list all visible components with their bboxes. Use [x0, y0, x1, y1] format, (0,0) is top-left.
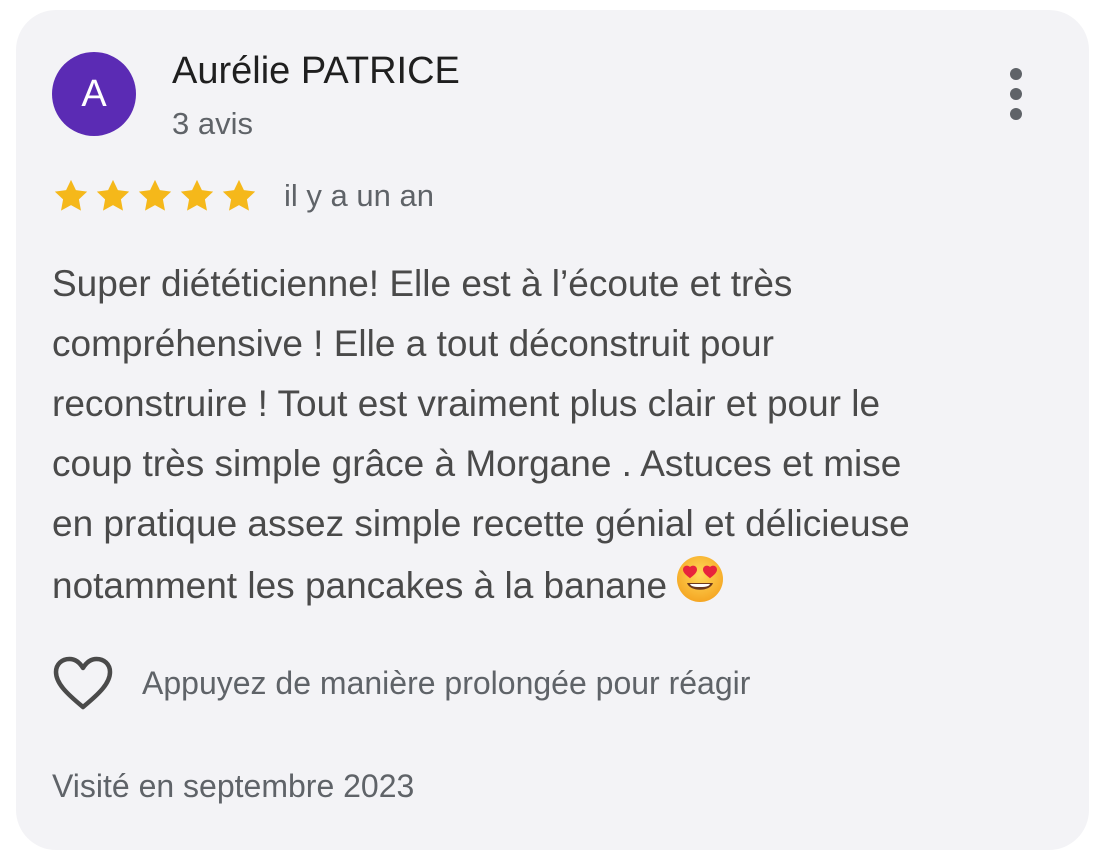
star-icon [138, 179, 172, 211]
review-text-line: reconstruire ! Tout est vraiment plus cl… [52, 383, 881, 424]
author-review-count: 3 avis [172, 106, 253, 141]
heart-eyes-emoji-icon [677, 556, 724, 602]
review-text-line: compréhensive ! Elle a tout déconstruit … [52, 323, 774, 364]
star-icon [180, 179, 214, 211]
heart-outline-icon [53, 656, 113, 710]
avatar-initial: A [81, 73, 107, 115]
star-icon [96, 179, 130, 211]
more-options-button[interactable] [998, 66, 1034, 122]
review-text-line: en pratique assez simple recette génial … [52, 503, 910, 544]
star-icon [222, 179, 256, 211]
author-name[interactable]: Aurélie PATRICE [172, 48, 460, 94]
rating-row: il y a un an [52, 176, 434, 216]
review-text-line: coup très simple grâce à Morgane . Astuc… [52, 443, 902, 484]
react-button[interactable]: Appuyez de manière prolongée pour réagir [52, 652, 750, 714]
visit-date: Visité en septembre 2023 [52, 768, 415, 804]
star-icon [54, 179, 88, 211]
review-text-last-line: notamment les pancakes à la banane [52, 554, 1062, 616]
star-rating [52, 176, 262, 216]
review-date: il y a un an [284, 178, 434, 213]
avatar[interactable]: A [52, 52, 136, 136]
more-vert-icon [1010, 68, 1022, 120]
react-button-label: Appuyez de manière prolongée pour réagir [142, 665, 751, 701]
review-text-line: Super diététicienne! Elle est à l’écoute… [52, 263, 793, 304]
review-text-line: notamment les pancakes à la banane [52, 565, 668, 606]
review-text: Super diététicienne! Elle est à l’écoute… [52, 254, 1062, 616]
review-card: A Aurélie PATRICE 3 avis il y a un an Su… [16, 10, 1089, 850]
